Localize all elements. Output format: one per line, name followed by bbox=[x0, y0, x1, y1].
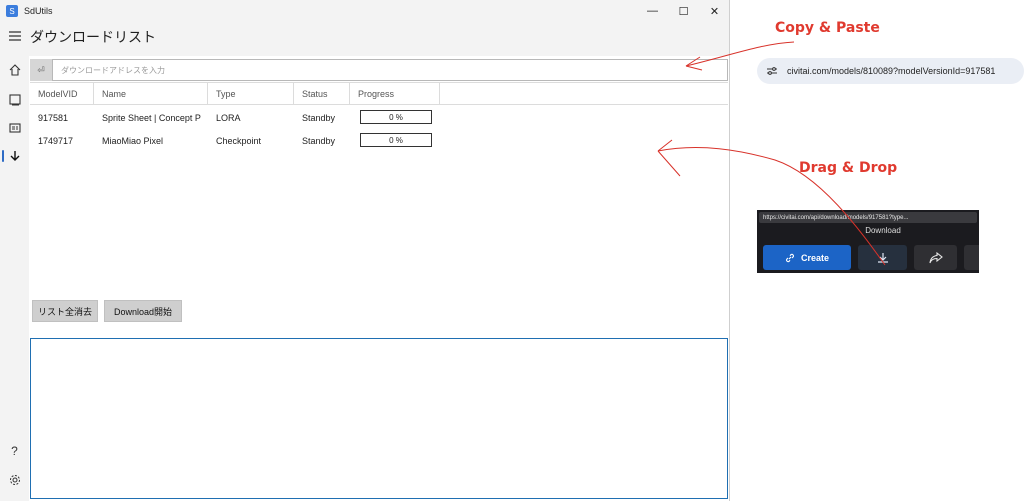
download-url-input[interactable] bbox=[52, 59, 728, 81]
table-row[interactable]: 1749717 MiaoMiao Pixel Checkpoint Standb… bbox=[30, 129, 728, 152]
hover-link-url: https://civitai.com/api/download/models/… bbox=[759, 212, 977, 223]
start-download-button[interactable]: Download開始 bbox=[104, 300, 182, 322]
app-icon: S bbox=[6, 5, 18, 17]
cell-name: Sprite Sheet | Concept P bbox=[102, 112, 201, 123]
app-window: S SdUtils — ☐ ✕ ? ダウンロードリスト ⏎ ダウンロードアドレス… bbox=[0, 0, 730, 501]
app-title: SdUtils bbox=[24, 6, 53, 16]
site-settings-icon[interactable] bbox=[765, 64, 779, 78]
more-button[interactable] bbox=[964, 245, 979, 270]
image-icon[interactable] bbox=[0, 88, 29, 112]
cell-type: Checkpoint bbox=[216, 135, 262, 146]
enter-icon: ⏎ bbox=[37, 64, 45, 75]
column-header-name[interactable]: Name bbox=[94, 83, 208, 104]
title-bar: S SdUtils — ☐ ✕ bbox=[0, 0, 730, 22]
help-icon[interactable]: ? bbox=[0, 439, 29, 463]
browser-url-text: civitai.com/models/810089?modelVersionId… bbox=[787, 66, 996, 76]
hamburger-menu-icon[interactable] bbox=[0, 24, 29, 48]
cell-modelvid: 1749717 bbox=[38, 135, 74, 146]
cell-modelvid: 917581 bbox=[38, 112, 69, 123]
clear-list-button[interactable]: リスト全消去 bbox=[32, 300, 98, 322]
download-tooltip: Download bbox=[865, 225, 901, 235]
column-header-status[interactable]: Status bbox=[294, 83, 350, 104]
share-arrow-icon bbox=[928, 251, 943, 263]
cell-status: Standby bbox=[302, 112, 336, 123]
minimize-button[interactable]: — bbox=[637, 0, 668, 22]
drag-drop-label: Drag & Drop bbox=[799, 160, 898, 176]
log-textbox[interactable] bbox=[30, 338, 728, 499]
share-button[interactable] bbox=[914, 245, 957, 270]
progress-bar: 0 % bbox=[360, 133, 432, 147]
copy-paste-label: Copy & Paste bbox=[775, 20, 880, 36]
cell-status: Standby bbox=[302, 135, 336, 146]
help-glyph: ? bbox=[11, 444, 18, 458]
download-arrow-icon bbox=[10, 151, 19, 161]
main-content: ⏎ ModelVID Name Type Status Progress 917… bbox=[29, 56, 729, 501]
download-grid: ModelVID Name Type Status Progress 91758… bbox=[30, 82, 728, 292]
civitai-download-panel: https://civitai.com/api/download/models/… bbox=[757, 210, 979, 273]
active-indicator bbox=[2, 150, 4, 162]
column-header-modelvid[interactable]: ModelVID bbox=[30, 83, 94, 104]
close-button[interactable]: ✕ bbox=[699, 0, 730, 22]
page-title: ダウンロードリスト bbox=[30, 29, 156, 45]
cell-type: LORA bbox=[216, 112, 241, 123]
gallery-icon[interactable] bbox=[0, 116, 29, 140]
url-row: ⏎ bbox=[30, 59, 728, 81]
window-controls: — ☐ ✕ bbox=[637, 0, 730, 22]
column-header-type[interactable]: Type bbox=[208, 83, 294, 104]
download-button[interactable] bbox=[858, 245, 907, 270]
progress-bar: 0 % bbox=[360, 110, 432, 124]
grid-header: ModelVID Name Type Status Progress bbox=[30, 83, 728, 105]
sidebar: ? bbox=[0, 22, 29, 501]
table-row[interactable]: 917581 Sprite Sheet | Concept P LORA Sta… bbox=[30, 106, 728, 129]
browser-address-bar[interactable]: civitai.com/models/810089?modelVersionId… bbox=[757, 58, 1024, 84]
download-icon bbox=[877, 252, 888, 263]
sidebar-item-download[interactable] bbox=[0, 144, 29, 168]
maximize-button[interactable]: ☐ bbox=[668, 0, 699, 22]
create-label: Create bbox=[800, 252, 829, 263]
link-icon bbox=[786, 253, 794, 262]
create-button[interactable]: Create bbox=[763, 245, 851, 270]
home-icon[interactable] bbox=[0, 58, 29, 82]
settings-icon[interactable] bbox=[0, 468, 29, 492]
column-header-progress[interactable]: Progress bbox=[350, 83, 440, 104]
enter-button[interactable]: ⏎ bbox=[30, 59, 52, 81]
cell-name: MiaoMiao Pixel bbox=[102, 135, 164, 146]
